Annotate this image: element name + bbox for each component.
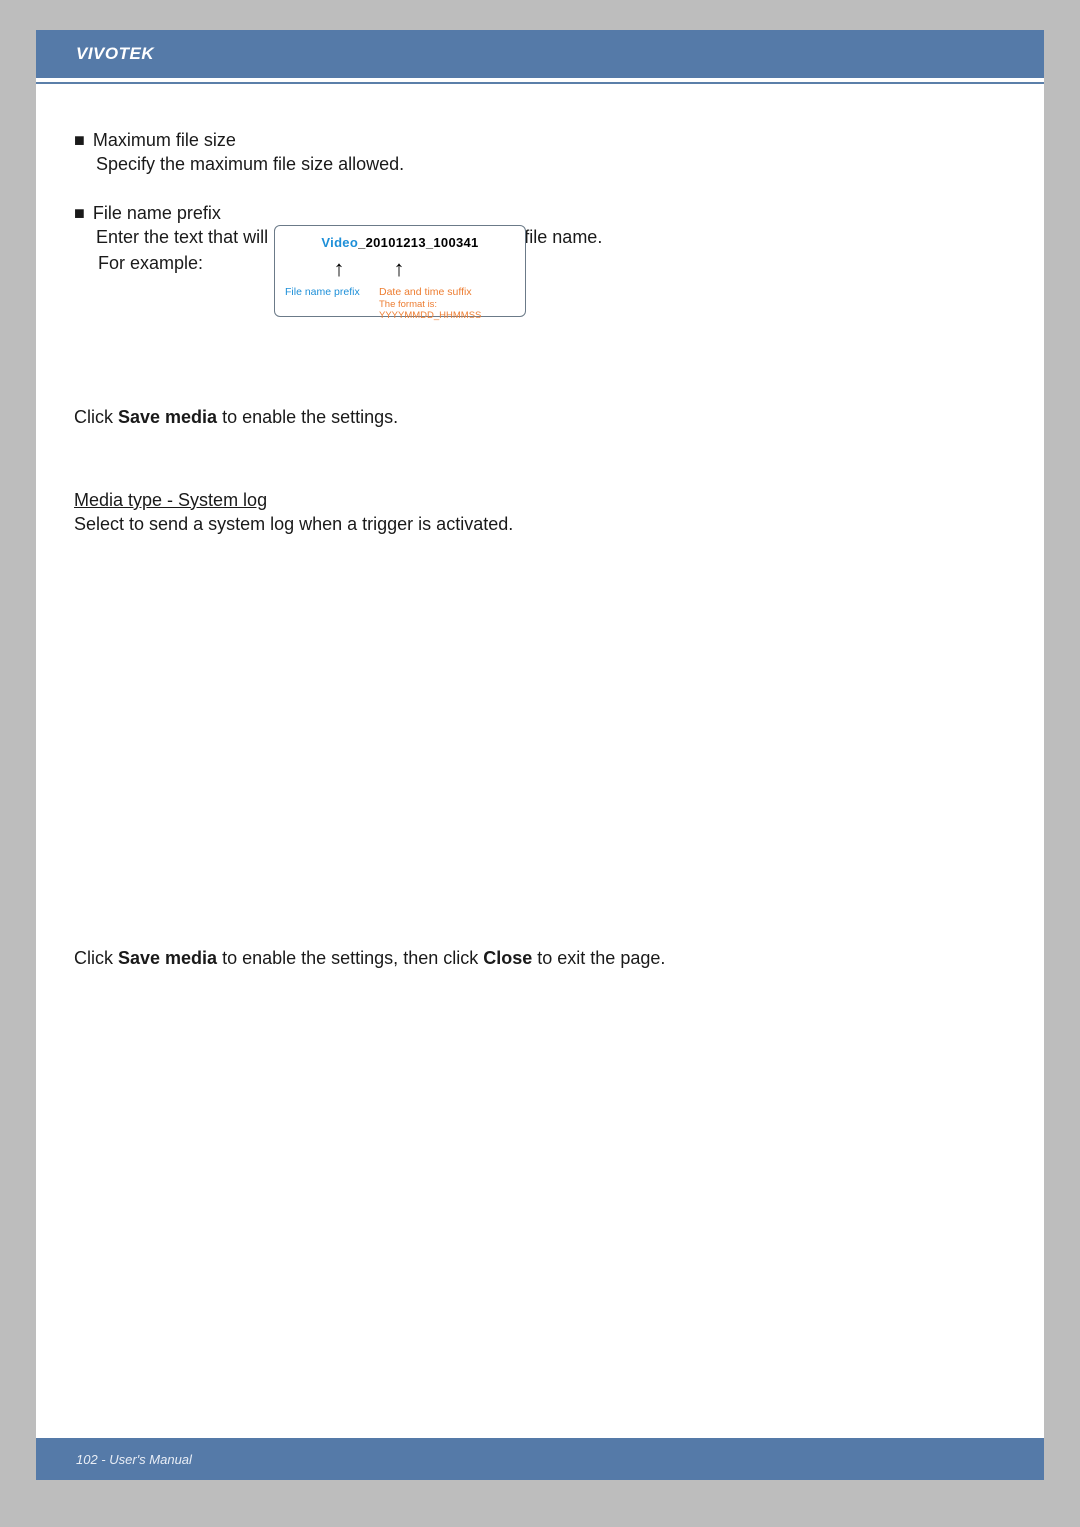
diagram-suffix-label: Date and time suffix <box>379 286 472 299</box>
paragraph: Click Save media to enable the settings. <box>74 405 1006 429</box>
diagram-suffix: 20101213_100341 <box>366 235 479 250</box>
header-bar: VIVOTEK <box>36 30 1044 78</box>
bullet-icon: ■ <box>74 128 85 152</box>
text: to enable the settings, then click <box>217 948 483 968</box>
diagram-filename: Video_20101213_100341 <box>275 234 525 252</box>
bullet-description: Specify the maximum file size allowed. <box>96 152 1006 176</box>
bullet-item: ■ Maximum file size <box>74 128 1006 152</box>
bullet-title: Maximum file size <box>93 128 236 152</box>
page: VIVOTEK ■ Maximum file size Specify the … <box>36 30 1044 1480</box>
emphasis: Save media <box>118 407 217 427</box>
emphasis: Save media <box>118 948 217 968</box>
diagram-prefix-label: File name prefix <box>285 286 360 299</box>
diagram-prefix: Video <box>321 235 358 250</box>
paragraph: Click Save media to enable the settings,… <box>74 946 1006 970</box>
diagram-format-label: The format is: YYYYMMDD_HHMMSS <box>379 299 525 322</box>
emphasis: Close <box>483 948 532 968</box>
footer-bar: 102 - User's Manual <box>36 1438 1044 1480</box>
header-divider <box>36 78 1044 84</box>
text: Click <box>74 407 118 427</box>
bullet-icon: ■ <box>74 201 85 225</box>
content-area: ■ Maximum file size Specify the maximum … <box>74 122 1006 971</box>
bullet-title: File name prefix <box>93 201 221 225</box>
footer-text: 102 - User's Manual <box>76 1452 192 1467</box>
filename-diagram: Video_20101213_100341 ↑ ↑ File name pref… <box>274 225 526 317</box>
text: Click <box>74 948 118 968</box>
text: to enable the settings. <box>217 407 398 427</box>
bullet-item: ■ File name prefix <box>74 201 1006 225</box>
bullet-description: Enter the text that will be appended to … <box>96 225 1006 249</box>
diagram-underscore: _ <box>358 235 366 250</box>
brand-title: VIVOTEK <box>76 44 154 64</box>
up-arrow-icon: ↑ <box>329 254 349 284</box>
section-heading: Media type - System log <box>74 488 1006 512</box>
example-label: For example: <box>98 251 1006 275</box>
up-arrow-icon: ↑ <box>389 254 409 284</box>
paragraph: Select to send a system log when a trigg… <box>74 512 1006 536</box>
text: to exit the page. <box>532 948 665 968</box>
